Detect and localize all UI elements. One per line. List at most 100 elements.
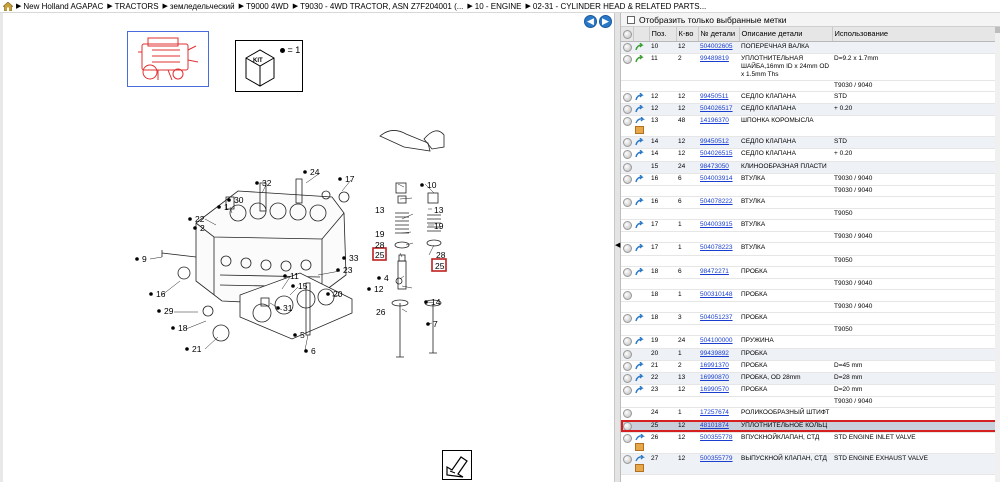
callout-28[interactable]: 28: [375, 240, 385, 250]
part-number-link[interactable]: 504026517: [700, 105, 733, 112]
part-number-link[interactable]: 99450512: [700, 138, 729, 145]
right-scrollbar[interactable]: [995, 27, 1000, 482]
radio-icon[interactable]: [623, 337, 632, 347]
table-row[interactable]: 16 6 504078222 ВТУЛКА: [621, 196, 1000, 210]
table-row[interactable]: 17 1 504003915 ВТУЛКА: [621, 219, 1000, 233]
table-row-usage[interactable]: T9050: [621, 208, 1000, 221]
callout-17[interactable]: 17: [345, 174, 355, 184]
collapse-arrow-icon[interactable]: ◀: [615, 241, 620, 249]
radio-icon[interactable]: [623, 361, 632, 371]
radio-icon[interactable]: [623, 138, 632, 148]
callout-13[interactable]: 13: [375, 205, 385, 215]
header-qty[interactable]: К-во: [676, 27, 699, 42]
part-number-link[interactable]: 98472271: [700, 268, 729, 275]
table-row-usage[interactable]: T9030 / 9040: [621, 396, 1000, 409]
breadcrumb-item[interactable]: ▶ земледельческий: [163, 2, 235, 11]
breadcrumb-item[interactable]: ▶ T9000 4WD: [239, 2, 289, 11]
radio-icon[interactable]: [623, 433, 632, 443]
radio-icon[interactable]: [623, 314, 632, 324]
callout-11[interactable]: 11: [290, 271, 299, 281]
radio-icon[interactable]: [623, 386, 632, 396]
callout-29[interactable]: 29: [164, 306, 174, 316]
table-row[interactable]: 14 12 99450512 СЕДЛО КЛАПАНА STD: [621, 136, 1000, 150]
table-row[interactable]: 20 1 99439892 ПРОБКА: [621, 348, 1000, 361]
selected-only-checkbox[interactable]: [627, 15, 635, 24]
part-number-link[interactable]: 16990570: [700, 386, 729, 393]
part-number-link[interactable]: 504003915: [700, 221, 733, 228]
callout-12[interactable]: 12: [374, 284, 384, 294]
callout-25-highlighted[interactable]: 25: [435, 261, 445, 271]
callout-10[interactable]: 10: [427, 180, 437, 190]
part-number-link[interactable]: 500355779: [700, 455, 733, 462]
table-row[interactable]: 23 12 16990570 ПРОБКА D=20 mm: [621, 384, 1000, 398]
part-number-link[interactable]: 99489819: [700, 55, 729, 62]
table-row[interactable]: 16 6 504003914 ВТУЛКА T9030 / 9040: [621, 173, 1000, 186]
callout-23[interactable]: 23: [343, 265, 353, 275]
breadcrumb-item[interactable]: ▶ T9030 - 4WD TRACTOR, ASN Z7F204001 (...: [293, 2, 464, 11]
radio-icon[interactable]: [623, 267, 632, 277]
table-row-usage[interactable]: T9030 / 9040: [621, 301, 1000, 314]
breadcrumb-item[interactable]: ▶ TRACTORS: [107, 2, 158, 11]
table-row[interactable]: 22 13 16990870 ПРОБКА, OD 28mm D=28 mm: [621, 372, 1000, 386]
radio-icon[interactable]: [623, 409, 632, 419]
header-pos[interactable]: Поз.: [649, 27, 677, 42]
scroll-up-arrow[interactable]: [995, 27, 1000, 33]
part-number-link[interactable]: 504051237: [700, 314, 733, 321]
part-number-link[interactable]: 504003914: [700, 175, 733, 182]
table-row[interactable]: 26 12 500355778 ВПУСКНОЙКЛАПАН, СТД STD ENGI…: [621, 432, 1000, 454]
callout-14[interactable]: 14: [431, 297, 441, 307]
table-row[interactable]: 10 12 504002605 ПОПЕРЕЧНАЯ ВАЛКА: [621, 41, 1000, 54]
table-row[interactable]: 18 1 500310148 ПРОБКА: [621, 289, 1000, 303]
radio-icon[interactable]: [623, 221, 632, 231]
callout-9[interactable]: 9: [142, 254, 147, 264]
table-row[interactable]: 18 6 98472271 ПРОБКА: [621, 266, 1000, 279]
radio-icon[interactable]: [623, 290, 632, 300]
part-number-link[interactable]: 99439892: [700, 350, 729, 357]
callout-32[interactable]: 32: [262, 178, 272, 188]
table-row[interactable]: 11 2 99489819 УПЛОТНИТЕЛЬНАЯ ШАЙБА,16mm ID …: [621, 53, 1000, 81]
callout-33[interactable]: 33: [349, 253, 359, 263]
part-number-link[interactable]: 48101874: [700, 422, 729, 429]
callout-26[interactable]: 26: [376, 307, 386, 317]
table-row-usage[interactable]: T9030 / 9040: [621, 231, 1000, 244]
radio-icon[interactable]: [623, 150, 632, 160]
callout-28[interactable]: 28: [436, 250, 446, 260]
part-number-link[interactable]: 504078222: [700, 198, 733, 205]
radio-icon[interactable]: [623, 197, 632, 207]
part-number-link[interactable]: 98473050: [700, 163, 729, 170]
radio-icon[interactable]: [623, 373, 632, 383]
callout-30[interactable]: 30: [234, 195, 244, 205]
callout-16[interactable]: 16: [156, 289, 166, 299]
radio-icon[interactable]: [623, 421, 632, 431]
radio-icon[interactable]: [623, 54, 632, 64]
callout-20[interactable]: 20: [333, 289, 343, 299]
callout-6[interactable]: 6: [311, 346, 316, 356]
table-row-selected[interactable]: 25 12 48101874 УПЛОТНИТЕЛЬНОЕ КОЛЬЦ: [621, 420, 1000, 433]
table-row-usage[interactable]: T9030 / 9040: [621, 185, 1000, 197]
radio-icon[interactable]: [623, 104, 632, 114]
breadcrumb-item[interactable]: ▶ 10 - ENGINE: [467, 2, 521, 11]
part-number-link[interactable]: 504002605: [700, 43, 733, 50]
part-number-link[interactable]: 16991370: [700, 362, 729, 369]
table-row-usage[interactable]: T9030 / 9040: [621, 278, 1000, 290]
callout-19[interactable]: 19: [434, 221, 444, 231]
radio-icon[interactable]: [623, 349, 632, 359]
radio-icon[interactable]: [623, 117, 632, 127]
part-number-link[interactable]: 14196370: [700, 117, 729, 124]
table-row-usage[interactable]: T9050: [621, 255, 1000, 267]
breadcrumb-item[interactable]: ▶ 02-31 - CYLINDER HEAD & RELATED PARTS..…: [525, 2, 706, 11]
part-number-link[interactable]: 504100000: [700, 337, 733, 344]
callout-1[interactable]: 1: [224, 202, 229, 212]
table-row[interactable]: 24 1 17257674 РОЛИКООБРАЗНЫЙ ШТИФТ: [621, 407, 1000, 421]
part-number-link[interactable]: 504078223: [700, 244, 733, 251]
callout-25-highlighted[interactable]: 25: [375, 250, 385, 260]
header-usage[interactable]: Использование: [832, 27, 1000, 42]
table-row[interactable]: 15 24 98473050 КЛИНООБРАЗНАЯ ПЛАСТИ: [621, 161, 1000, 174]
callout-13[interactable]: 13: [434, 205, 444, 215]
radio-icon[interactable]: [623, 244, 632, 254]
radio-icon[interactable]: [623, 454, 632, 464]
callout-5[interactable]: 5: [300, 330, 305, 340]
table-row[interactable]: 21 2 16991370 ПРОБКА D=45 mm: [621, 360, 1000, 373]
breadcrumb-item[interactable]: ▶ New Holland AGAPAC: [16, 2, 103, 11]
table-row-usage[interactable]: T9050: [621, 324, 1000, 337]
